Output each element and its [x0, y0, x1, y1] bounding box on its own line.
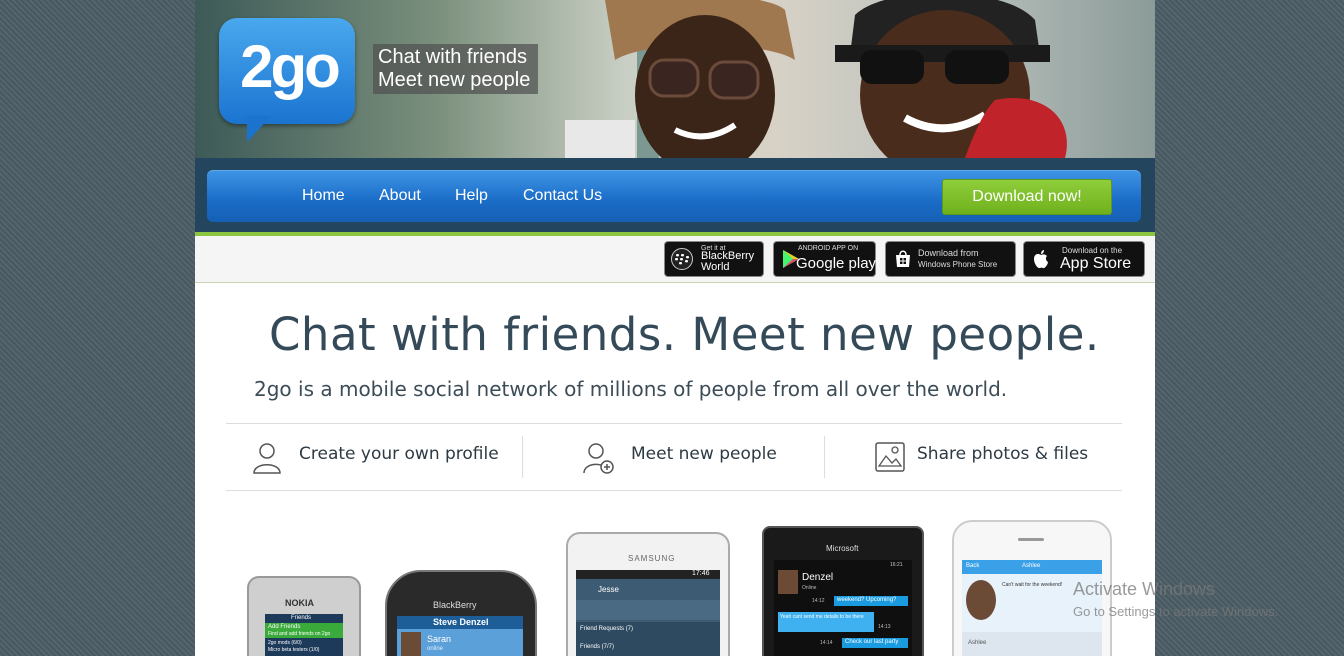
nokia-row-1: Add Friends — [268, 624, 301, 630]
nav-contact-us[interactable]: Contact Us — [523, 187, 602, 205]
nav-home[interactable]: Home — [302, 187, 345, 205]
photo-icon — [875, 442, 905, 472]
microsoft-msg-1-time: 14:12 — [812, 598, 825, 604]
microsoft-brand: Microsoft — [826, 544, 859, 553]
nokia-row-2: 2go mods (6/0) — [268, 640, 302, 646]
appstore-badge-line2: App Store — [1060, 255, 1132, 272]
windows-badge-line2: Windows Phone Store — [918, 260, 998, 269]
microsoft-contact: Denzel — [802, 572, 834, 583]
download-now-button[interactable]: Download now! — [942, 179, 1112, 215]
samsung-time: 17:46 — [692, 570, 710, 577]
samsung-row-2: Friends (7/7) — [580, 644, 615, 650]
apple-icon — [1034, 250, 1048, 269]
page-subheadline: 2go is a mobile social network of millio… — [254, 377, 1008, 401]
iphone-name-2: Ashlee — [968, 640, 987, 646]
microsoft-msg-2: Yeah cant send me details to be there — [780, 614, 864, 620]
iphone-back-button: Back — [966, 563, 980, 569]
feature-divider — [824, 436, 825, 478]
microsoft-msg-1: weekend? Upcoming? — [837, 597, 897, 603]
microsoft-time: 16:21 — [890, 562, 903, 568]
blackberry-brand: BlackBerry — [433, 600, 477, 610]
blackberry-contact-status: online — [427, 646, 444, 652]
appstore-badge-line1: Download on the — [1062, 246, 1123, 255]
main-navbar: Home About Help Contact Us Download now! — [207, 170, 1141, 222]
activate-windows-subtitle: Go to Settings to activate Windows. — [1073, 604, 1279, 619]
microsoft-status: Online — [802, 585, 817, 591]
phone-blackberry: BlackBerry Steve Denzel Saran online — [385, 570, 537, 656]
logo-text: 2go — [240, 33, 341, 100]
store-badges-bar: Get it at BlackBerry World ANDROID APP O… — [195, 236, 1155, 283]
user-icon — [253, 443, 281, 474]
nav-about[interactable]: About — [379, 187, 421, 205]
feature-meet-people-label: Meet new people — [631, 444, 777, 464]
tagline-line-2: Meet new people — [378, 69, 531, 91]
page-container: 2go Chat with friends Meet new people Ho… — [195, 0, 1155, 656]
microsoft-msg-2-time: 14:13 — [878, 624, 891, 630]
phone-samsung: SAMSUNG 17:46 Jesse Friend Requests (7) … — [566, 532, 730, 656]
nav-help[interactable]: Help — [455, 187, 488, 205]
logo-speech-tail — [247, 116, 271, 142]
samsung-row-1: Friend Requests (7) — [580, 626, 634, 632]
samsung-brand: SAMSUNG — [628, 554, 676, 563]
features-strip: Create your own profile Meet new people … — [226, 423, 1122, 491]
microsoft-msg-3-time: 14:14 — [820, 640, 833, 646]
nokia-screen-header: Friends — [291, 615, 312, 621]
hero-banner: 2go Chat with friends Meet new people — [195, 0, 1155, 158]
iphone-message: Can't wait for the weekend! — [1002, 582, 1063, 588]
phone-nokia: NOKIA Friends Add Friends Find and add f… — [247, 576, 361, 656]
page-headline: Chat with friends. Meet new people. — [269, 308, 1100, 361]
nokia-brand: NOKIA — [285, 598, 314, 608]
samsung-contact: Jesse — [598, 585, 619, 594]
google-badge-line1: ANDROID APP ON — [798, 245, 859, 252]
hero-tagline: Chat with friends Meet new people — [373, 44, 539, 94]
hero-photo-woman — [565, 0, 795, 158]
blackberry-icon — [671, 248, 693, 270]
blackberry-badge-line3: World — [701, 261, 730, 273]
nokia-row-1b: Find and add friends on 2go — [268, 631, 331, 637]
app-store-badge[interactable]: Download on the App Store — [1023, 241, 1145, 277]
windows-store-icon — [896, 250, 910, 267]
tagline-line-1: Chat with friends — [378, 46, 527, 68]
windows-phone-store-badge[interactable]: Download from Windows Phone Store — [885, 241, 1016, 277]
hero-photo-man — [835, 0, 1067, 158]
nokia-screen: Friends Add Friends Find and add friends… — [265, 614, 343, 656]
microsoft-msg-3: Check our last party — [845, 639, 899, 645]
feature-share-photos-label: Share photos & files — [917, 444, 1089, 464]
activate-windows-title: Activate Windows — [1073, 579, 1216, 599]
feature-divider — [522, 436, 523, 478]
iphone-contact: Ashlee — [1022, 563, 1041, 569]
blackberry-screen: Steve Denzel Saran online — [397, 616, 523, 656]
microsoft-screen: 16:21 Denzel Online weekend? Upcoming? 1… — [774, 560, 912, 656]
google-badge-line2: Google play — [796, 255, 877, 272]
blackberry-screen-header: Steve Denzel — [433, 617, 489, 627]
nav-wrapper: Home About Help Contact Us Download now! — [195, 158, 1155, 234]
samsung-screen: 17:46 Jesse Friend Requests (7) Friends … — [576, 570, 720, 656]
windows-badge-line1: Download from — [918, 248, 979, 258]
google-play-badge[interactable]: ANDROID APP ON Google play — [773, 241, 876, 277]
feature-create-profile-label: Create your own profile — [299, 444, 499, 464]
add-user-icon — [583, 443, 614, 474]
2go-logo[interactable]: 2go — [219, 18, 357, 142]
nokia-row-3: Micro beta testers (1/0) — [268, 647, 320, 653]
blackberry-contact-name: Saran — [427, 634, 452, 644]
phone-microsoft: Microsoft 16:21 Denzel Online weekend? U… — [762, 526, 924, 656]
blackberry-world-badge[interactable]: Get it at BlackBerry World — [664, 241, 764, 277]
